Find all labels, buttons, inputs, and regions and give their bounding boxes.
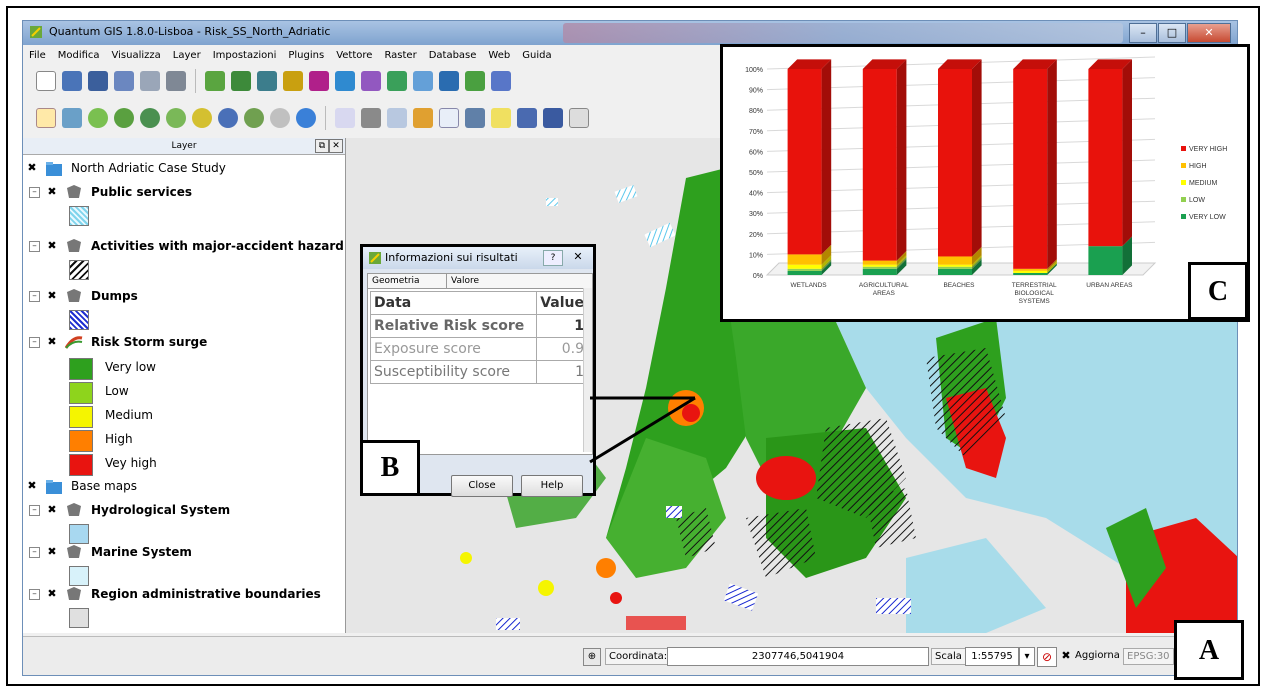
bar-side bbox=[1122, 59, 1132, 247]
y-tick-label: 100% bbox=[745, 67, 763, 74]
bar-segment bbox=[1088, 246, 1123, 275]
bar-segment bbox=[787, 264, 822, 269]
bar-segment bbox=[787, 69, 822, 255]
callout-a: A bbox=[1174, 620, 1244, 680]
bar-segment bbox=[787, 268, 822, 271]
category-label: TERRESTRIAL bbox=[1012, 282, 1057, 289]
y-tick-label: 60% bbox=[749, 149, 763, 156]
y-tick-label: 90% bbox=[749, 88, 763, 95]
y-tick-label: 80% bbox=[749, 108, 763, 115]
bar-segment bbox=[787, 270, 822, 275]
legend-swatch bbox=[1181, 180, 1186, 185]
bar-segment bbox=[938, 69, 972, 257]
legend-label: HIGH bbox=[1189, 163, 1207, 170]
bar-segment bbox=[1013, 268, 1048, 271]
legend-label: VERY LOW bbox=[1189, 214, 1226, 221]
bar-side bbox=[1047, 59, 1057, 269]
legend-label: VERY HIGH bbox=[1189, 146, 1227, 153]
category-label: BEACHES bbox=[943, 282, 975, 289]
category-label: AREAS bbox=[873, 290, 896, 297]
category-label: AGRICULTURAL bbox=[859, 282, 909, 289]
legend-swatch bbox=[1181, 214, 1186, 219]
legend-label: MEDIUM bbox=[1189, 180, 1218, 187]
legend-swatch bbox=[1181, 163, 1186, 168]
bar-segment bbox=[938, 268, 972, 275]
bar-segment bbox=[1088, 69, 1123, 247]
callout-c: C bbox=[1188, 262, 1248, 320]
y-tick-label: 50% bbox=[749, 170, 763, 177]
bar-segment bbox=[862, 264, 897, 267]
category-label: WETLANDS bbox=[791, 282, 828, 289]
y-tick-label: 40% bbox=[749, 191, 763, 198]
y-tick-label: 10% bbox=[749, 252, 763, 259]
legend-swatch bbox=[1181, 146, 1186, 151]
bar-segment bbox=[938, 266, 972, 269]
y-tick-label: 70% bbox=[749, 129, 763, 136]
bar-segment bbox=[1013, 270, 1048, 273]
y-tick-label: 30% bbox=[749, 211, 763, 218]
bar-side bbox=[821, 59, 832, 255]
bar-segment bbox=[862, 266, 897, 269]
bar-side bbox=[896, 59, 907, 261]
category-label: SYSTEMS bbox=[1019, 298, 1051, 305]
category-label: BIOLOGICAL bbox=[1015, 290, 1055, 297]
chart-panel: 0% 10% 20% 30% 40% 50% 60% 70% 80% 90% 100% WETLAND… bbox=[720, 44, 1250, 322]
bar-segment bbox=[862, 260, 897, 265]
bar-segment bbox=[1013, 69, 1048, 269]
bar-segment bbox=[862, 268, 897, 275]
legend-swatch bbox=[1181, 197, 1186, 202]
bar-segment bbox=[862, 69, 897, 261]
y-tick-label: 0% bbox=[753, 273, 763, 280]
bar-segment bbox=[938, 264, 972, 267]
bar-side bbox=[972, 59, 982, 257]
bar-segment bbox=[787, 254, 822, 265]
legend-label: LOW bbox=[1189, 197, 1205, 204]
stacked-bar-chart: 0% 10% 20% 30% 40% 50% 60% 70% 80% 90% 100% WETLAND… bbox=[745, 56, 1227, 305]
category-label: URBAN AREAS bbox=[1086, 282, 1133, 289]
bar-segment bbox=[1013, 272, 1048, 275]
y-tick-label: 20% bbox=[749, 232, 763, 239]
bar-segment bbox=[938, 256, 972, 265]
